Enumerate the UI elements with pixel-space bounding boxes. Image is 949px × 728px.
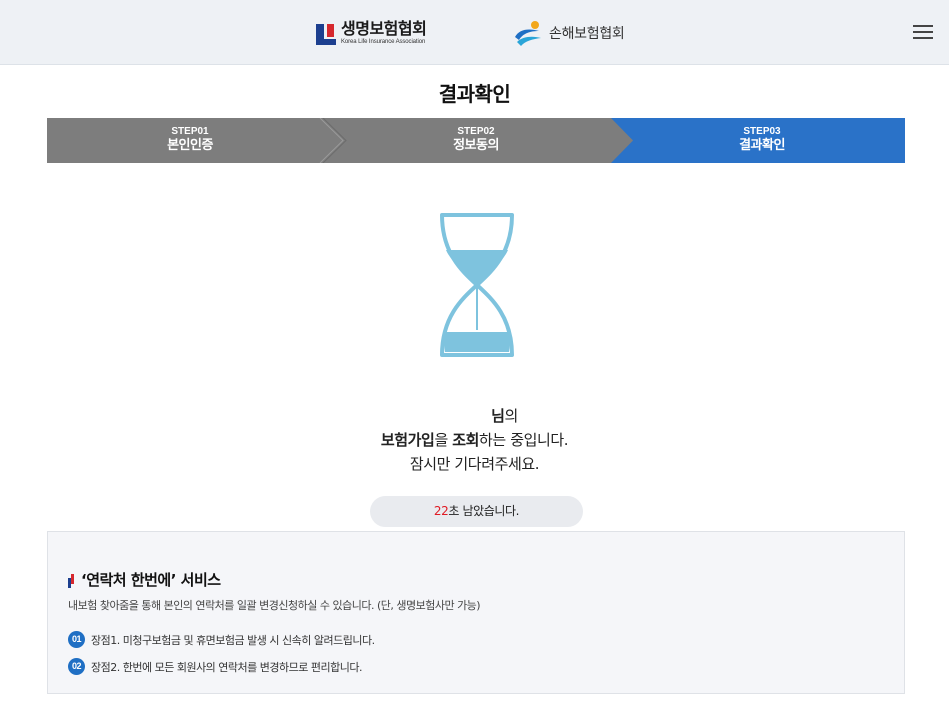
bullet-flag-icon bbox=[68, 573, 76, 588]
hourglass-loading-icon bbox=[440, 213, 514, 357]
particle: 을 bbox=[434, 431, 453, 449]
countdown-seconds: 22 bbox=[433, 504, 449, 518]
service-title: ‘연락처 한번에’ 서비스 bbox=[68, 569, 221, 590]
contact-update-service-box: ‘연락처 한번에’ 서비스 내보험 찾아줌을 통해 본인의 연락처를 일괄 변경… bbox=[47, 531, 905, 694]
user-name-suffix: 님 bbox=[491, 407, 505, 425]
service-description: 내보험 찾아줌을 통해 본인의 연락처를 일괄 변경신청하실 수 있습니다. (… bbox=[68, 599, 481, 612]
step-1-number: STEP01 bbox=[171, 126, 209, 137]
step-1-label: 본인인증 bbox=[167, 138, 213, 153]
step-2-number: STEP02 bbox=[457, 126, 495, 137]
life-insurance-association-logo[interactable]: 생명보험협회 Korea Life Insurance Association bbox=[316, 19, 427, 46]
step-2: STEP02 정보동의 bbox=[333, 118, 619, 163]
hamburger-menu-icon[interactable] bbox=[913, 23, 935, 41]
loading-message: 님의 보험가입을 조회하는 중입니다. 잠시만 기다려주세요. bbox=[0, 404, 949, 476]
service-benefit-1: 01 장점1. 미청구보험금 및 휴면보험금 발생 시 신속히 알려드립니다. bbox=[68, 631, 375, 648]
site-header: 생명보험협회 Korea Life Insurance Association … bbox=[0, 0, 949, 65]
please-wait-text: 잠시만 기다려주세요. bbox=[409, 455, 540, 473]
step-progress-bar: STEP01 본인인증 STEP02 정보동의 STEP03 결과확인 bbox=[47, 118, 905, 163]
service-benefit-2: 02 장점2. 한번에 모든 회원사의 연락처를 변경하므로 편리합니다. bbox=[68, 658, 362, 675]
benefit-text: 장점2. 한번에 모든 회원사의 연락처를 변경하므로 편리합니다. bbox=[91, 660, 362, 674]
step-3-number: STEP03 bbox=[743, 126, 781, 137]
life-logo-korean-name: 생명보험협회 bbox=[341, 19, 427, 38]
keyword-inquiry: 조회 bbox=[452, 431, 480, 449]
page-title: 결과확인 bbox=[438, 82, 511, 106]
benefit-text: 장점1. 미청구보험금 및 휴면보험금 발생 시 신속히 알려드립니다. bbox=[91, 633, 375, 647]
life-insurance-logo-icon bbox=[316, 20, 336, 45]
non-life-insurance-association-logo[interactable]: 손해보험협회 bbox=[513, 20, 625, 46]
countdown-suffix: 초 남았습니다. bbox=[448, 504, 520, 518]
status-text: 하는 중입니다. bbox=[479, 431, 569, 449]
life-logo-english-name: Korea Life Insurance Association bbox=[341, 39, 426, 45]
name-suffix-particle: 의 bbox=[504, 407, 519, 425]
keyword-insurance-subscription: 보험가입 bbox=[380, 431, 435, 449]
step-1: STEP01 본인인증 bbox=[47, 118, 333, 163]
non-life-insurance-logo-icon bbox=[515, 21, 541, 46]
number-badge-icon: 02 bbox=[68, 658, 85, 675]
step-3-active: STEP03 결과확인 bbox=[619, 118, 905, 163]
non-life-logo-name: 손해보험협회 bbox=[549, 26, 625, 42]
number-badge-icon: 01 bbox=[68, 631, 85, 648]
service-title-text: ‘연락처 한번에’ 서비스 bbox=[81, 571, 221, 589]
step-3-label: 결과확인 bbox=[739, 138, 785, 153]
step-2-label: 정보동의 bbox=[453, 138, 499, 153]
countdown-timer: 22초 남았습니다. bbox=[370, 496, 583, 527]
